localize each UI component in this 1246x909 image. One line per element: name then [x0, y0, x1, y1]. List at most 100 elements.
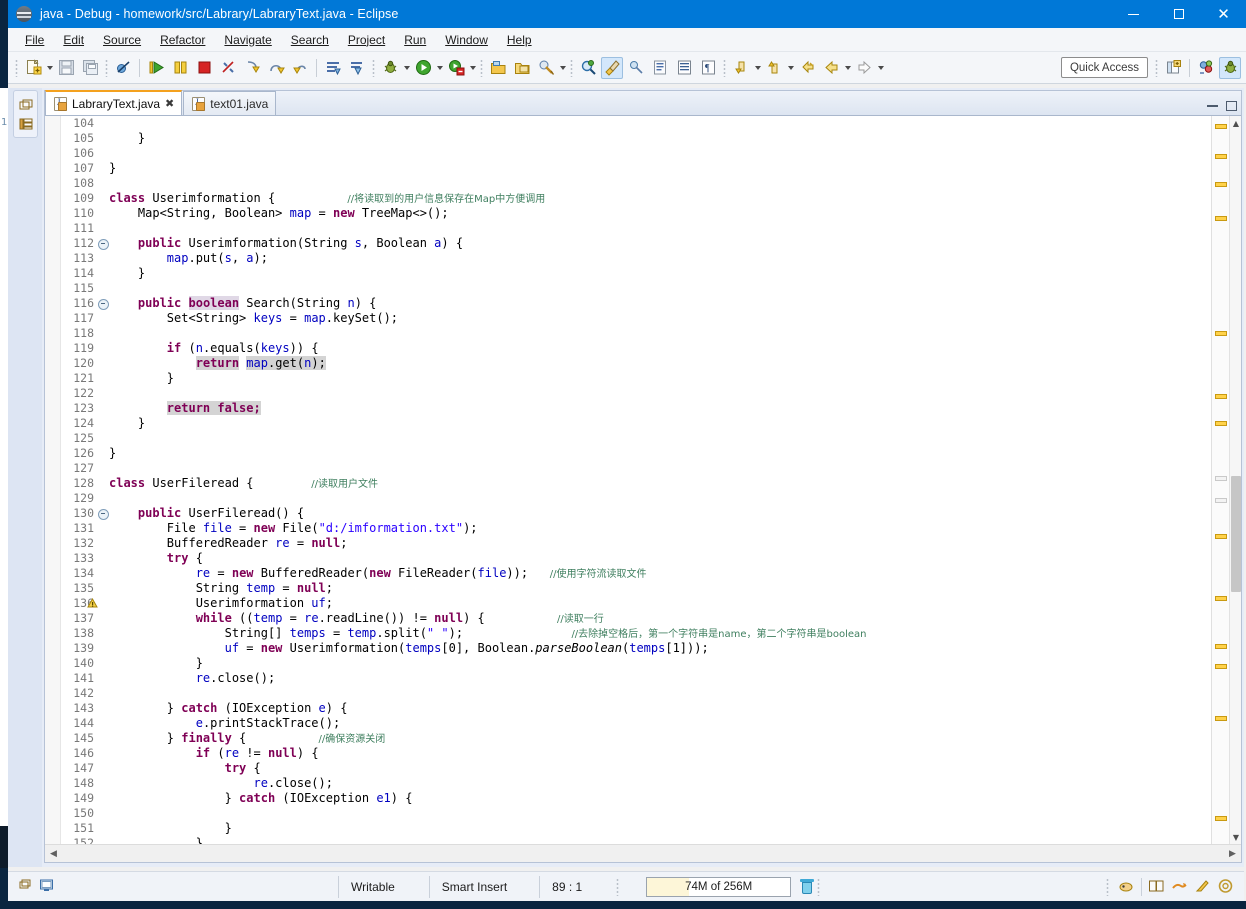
overview-mark-warning[interactable] [1215, 182, 1227, 187]
overview-mark-warning[interactable] [1215, 596, 1227, 601]
debug-button[interactable] [379, 57, 401, 79]
restore-icon[interactable] [18, 98, 34, 114]
code-line[interactable]: 111 [61, 221, 1211, 236]
quick-access-input[interactable]: Quick Access [1060, 57, 1148, 78]
code-line[interactable]: 142 [61, 686, 1211, 701]
new-package-button[interactable] [511, 57, 533, 79]
status-grip-2[interactable] [817, 877, 821, 896]
previous-annotation-dropdown[interactable] [753, 57, 762, 79]
next-annotation-button[interactable] [763, 57, 785, 79]
code-line[interactable]: 143 } catch (IOException e) { [61, 701, 1211, 716]
save-button[interactable] [55, 57, 77, 79]
editor-tab-text01[interactable]: text01.java [183, 91, 277, 115]
menu-window[interactable]: Window [436, 30, 497, 50]
code-line[interactable]: 136 Userimformation uf; [61, 596, 1211, 611]
code-line[interactable]: 133 try { [61, 551, 1211, 566]
new-class-dropdown[interactable] [558, 57, 567, 79]
new-java-project-button[interactable] [487, 57, 509, 79]
code-line[interactable]: 150 [61, 806, 1211, 821]
vertical-scroll-thumb[interactable] [1231, 476, 1241, 592]
overview-mark-warning[interactable] [1215, 534, 1227, 539]
pin-editor-button[interactable] [625, 57, 647, 79]
code-line[interactable]: 146 if (re != null) { [61, 746, 1211, 761]
previous-annotation-button[interactable] [730, 57, 752, 79]
code-line[interactable]: 135 String temp = null; [61, 581, 1211, 596]
code-line[interactable]: 109 class Userimformation { //将读取到的用户信息保存… [61, 191, 1211, 206]
new-java-class-button[interactable] [535, 57, 557, 79]
minimize-view-icon[interactable] [1207, 105, 1218, 107]
toolbar-grip-5[interactable] [570, 58, 573, 77]
code-line[interactable]: 137 while ((temp = re.readLine()) != nul… [61, 611, 1211, 626]
overview-mark-warning[interactable] [1215, 154, 1227, 159]
toggle-step-filters-button[interactable] [322, 57, 344, 79]
overview-mark-warning[interactable] [1215, 816, 1227, 821]
code-line[interactable]: 124 } [61, 416, 1211, 431]
overview-mark-grey[interactable] [1215, 498, 1227, 503]
overview-ruler[interactable] [1211, 116, 1229, 844]
last-edit-location-button[interactable] [796, 57, 818, 79]
run-button[interactable] [412, 57, 434, 79]
skip-breakpoints-button[interactable] [112, 57, 134, 79]
code-line[interactable]: 123 return false; [61, 401, 1211, 416]
scroll-down-button[interactable]: ▼ [1230, 830, 1242, 844]
code-line[interactable]: 141 re.close(); [61, 671, 1211, 686]
open-task-button[interactable] [673, 57, 695, 79]
next-annotation-dropdown[interactable] [786, 57, 795, 79]
code-line[interactable]: 148 re.close(); [61, 776, 1211, 791]
code-line[interactable]: 120 return map.get(n); [61, 356, 1211, 371]
menu-refactor[interactable]: Refactor [151, 30, 214, 50]
horizontal-scroll-track[interactable] [62, 845, 1224, 862]
step-return-button[interactable] [289, 57, 311, 79]
code-line[interactable]: 125 [61, 431, 1211, 446]
notification-icon[interactable] [1118, 878, 1135, 895]
overview-mark-warning[interactable] [1215, 664, 1227, 669]
code-line[interactable]: 118 [61, 326, 1211, 341]
garbage-collect-button[interactable] [800, 878, 815, 895]
toolbar-grip-3[interactable] [372, 58, 375, 77]
code-line[interactable]: 151 } [61, 821, 1211, 836]
code-line[interactable]: 140 } [61, 656, 1211, 671]
link-icon[interactable] [1171, 878, 1188, 895]
fold-collapse-icon[interactable] [97, 236, 109, 251]
overview-mark-warning[interactable] [1215, 421, 1227, 426]
code-line[interactable]: 144 e.printStackTrace(); [61, 716, 1211, 731]
code-line[interactable]: 132 BufferedReader re = null; [61, 536, 1211, 551]
debug-dropdown[interactable] [402, 57, 411, 79]
code-line[interactable]: 126} [61, 446, 1211, 461]
code-line[interactable]: 152 } [61, 836, 1211, 844]
search-button[interactable] [577, 57, 599, 79]
code-line[interactable]: 108 [61, 176, 1211, 191]
code-line[interactable]: 117 Set<String> keys = map.keySet(); [61, 311, 1211, 326]
overview-mark-warning[interactable] [1215, 331, 1227, 336]
code-line[interactable]: 130 public UserFileread() { [61, 506, 1211, 521]
maximize-button[interactable] [1156, 0, 1201, 28]
code-line[interactable]: 122 [61, 386, 1211, 401]
run-dropdown[interactable] [435, 57, 444, 79]
code-line[interactable]: 119 if (n.equals(keys)) { [61, 341, 1211, 356]
code-line[interactable]: 121 } [61, 371, 1211, 386]
back-dropdown[interactable] [843, 57, 852, 79]
code-lines[interactable]: 104 105 } 106 107} 108 109 class Userimform… [61, 116, 1211, 844]
overview-mark-warning[interactable] [1215, 216, 1227, 221]
code-line[interactable]: 145 } finally { //确保资源关闭 [61, 731, 1211, 746]
external-tools-dropdown[interactable] [468, 57, 477, 79]
overview-mark-current[interactable] [1215, 124, 1227, 129]
new-wizard-dropdown[interactable] [45, 57, 54, 79]
circle-icon[interactable] [1217, 878, 1234, 895]
code-line[interactable]: 112 public Userimformation(String s, Boo… [61, 236, 1211, 251]
overview-mark-warning[interactable] [1215, 644, 1227, 649]
menu-project[interactable]: Project [339, 30, 394, 50]
console-icon[interactable] [39, 878, 56, 895]
menu-edit[interactable]: Edit [54, 30, 93, 50]
close-button[interactable]: ✕ [1201, 0, 1246, 28]
disconnect-button[interactable] [217, 57, 239, 79]
open-type-button[interactable] [649, 57, 671, 79]
overview-mark-grey[interactable] [1215, 476, 1227, 481]
fold-collapse-icon[interactable] [97, 296, 109, 311]
code-line[interactable]: 115 [61, 281, 1211, 296]
code-line[interactable]: 116 public boolean Search(String n) { [61, 296, 1211, 311]
code-line[interactable]: 129 [61, 491, 1211, 506]
new-wizard-button[interactable] [22, 57, 44, 79]
fold-collapse-icon[interactable] [97, 506, 109, 521]
code-line[interactable]: 104 [61, 116, 1211, 131]
